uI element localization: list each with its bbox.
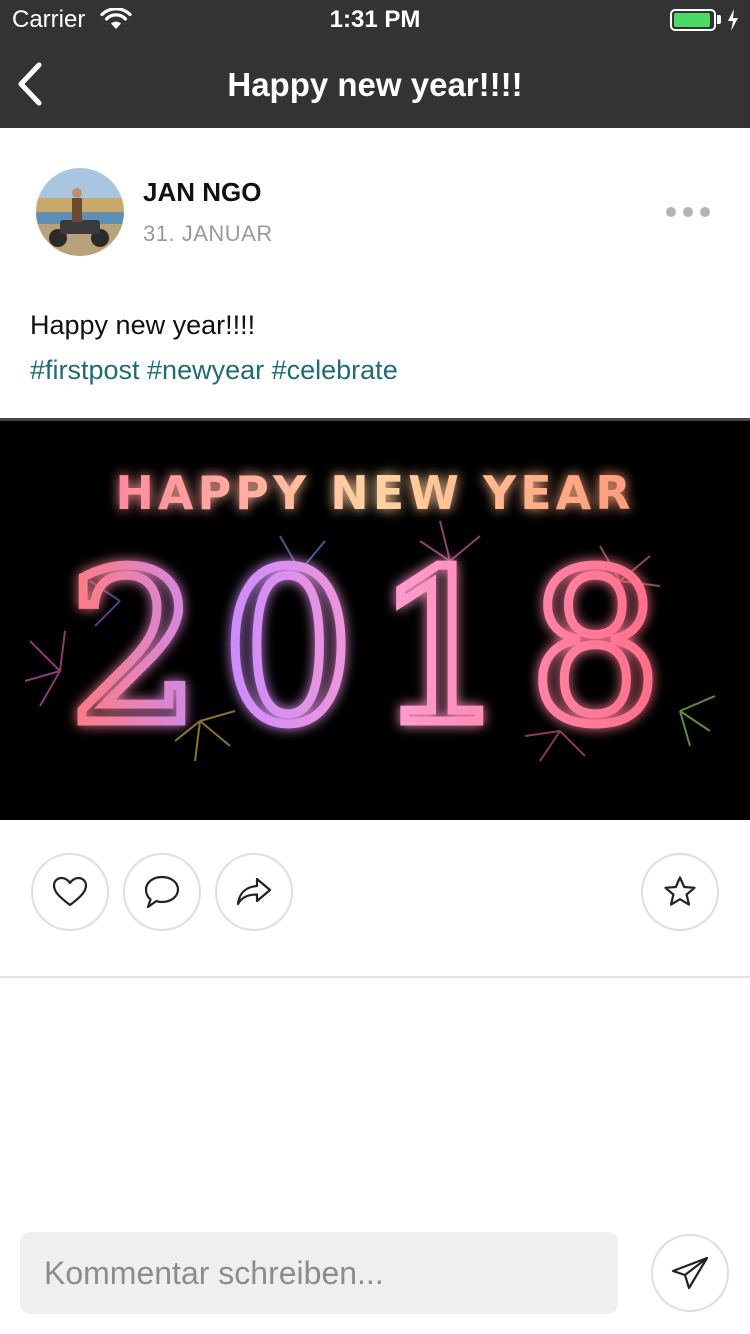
post-image[interactable]: HAPPY NEW YEAR 2018 [0,418,750,820]
comment-input[interactable] [20,1232,618,1314]
like-button[interactable] [31,853,109,931]
avatar-photo [36,168,124,256]
share-button[interactable] [215,853,293,931]
navigation-bar: Happy new year!!!! [0,40,750,128]
battery-cap [717,15,721,24]
comment-button[interactable] [123,853,201,931]
top-bar: Carrier 1:31 PM Happy new year!!!! [0,0,750,128]
heart-icon [52,876,88,907]
more-options-button[interactable] [662,206,710,218]
status-time: 1:31 PM [329,6,421,33]
actions-divider [0,976,750,978]
paper-plane-icon [671,1256,709,1290]
more-dot [700,207,710,217]
post-date: 31. JANUAR [143,221,273,246]
avatar[interactable] [36,168,124,256]
favorite-button[interactable] [641,853,719,931]
author-name[interactable]: JAN NGO [143,177,261,208]
more-dot [683,207,693,217]
battery-icon [670,9,716,31]
share-arrow-icon [236,877,272,906]
image-headline: HAPPY NEW YEAR [115,466,634,520]
post-hashtags[interactable]: #firstpost #newyear #celebrate [30,355,398,386]
speech-bubble-icon [144,875,180,909]
more-horizontal-icon [666,207,676,217]
status-bar: Carrier 1:31 PM [0,0,750,40]
post-text: Happy new year!!!! [30,310,256,340]
post-actions [0,820,750,978]
image-year: 2018 [68,526,682,771]
send-button[interactable] [651,1234,729,1312]
star-icon [664,876,696,906]
charging-bolt-icon [728,9,738,31]
new-year-fireworks-image: HAPPY NEW YEAR 2018 [0,421,750,820]
page-title: Happy new year!!!! [227,66,523,103]
post-header: JAN NGO 31. JANUAR [0,128,750,278]
